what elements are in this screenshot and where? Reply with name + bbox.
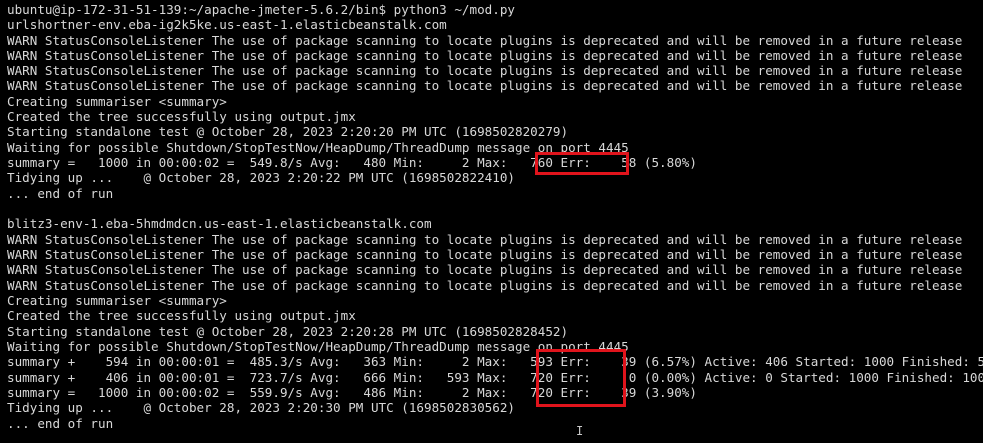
terminal-line: Starting standalone test @ October 28, 2…: [7, 324, 569, 339]
terminal-line: Created the tree successfully using outp…: [7, 308, 356, 323]
terminal-line-warn: WARN StatusConsoleListener The use of pa…: [7, 278, 963, 293]
terminal-line-prompt: ubuntu@ip-172-31-51-139:~/apache-jmeter-…: [7, 2, 515, 17]
terminal-line-summary: summary + 594 in 00:00:01 = 485.3/s Avg:…: [7, 354, 983, 369]
terminal-line: Creating summariser <summary>: [7, 293, 227, 308]
text-cursor-icon: I: [576, 424, 584, 438]
terminal-line-warn: WARN StatusConsoleListener The use of pa…: [7, 63, 963, 78]
terminal-line-summary: summary + 406 in 00:00:01 = 723.7/s Avg:…: [7, 370, 983, 385]
terminal-line-warn: WARN StatusConsoleListener The use of pa…: [7, 33, 963, 48]
terminal-line-warn: WARN StatusConsoleListener The use of pa…: [7, 262, 963, 277]
err-highlight-box-1: [535, 152, 629, 175]
terminal-line: Tidying up ... @ October 28, 2023 2:20:2…: [7, 170, 515, 185]
terminal-line-host-1: urlshortner-env.eba-ig2k5ke.us-east-1.el…: [7, 17, 447, 32]
terminal-line: Created the tree successfully using outp…: [7, 109, 356, 124]
terminal-line: ... end of run: [7, 416, 114, 431]
terminal-line: ... end of run: [7, 186, 114, 201]
terminal-line: Creating summariser <summary>: [7, 94, 227, 109]
terminal-line: Tidying up ... @ October 28, 2023 2:20:3…: [7, 400, 515, 415]
terminal-window[interactable]: ubuntu@ip-172-31-51-139:~/apache-jmeter-…: [0, 0, 983, 443]
terminal-line-host-2: blitz3-env-1.eba-5hmdmdcn.us-east-1.elas…: [7, 216, 432, 231]
terminal-line: Starting standalone test @ October 28, 2…: [7, 124, 569, 139]
terminal-line-warn: WARN StatusConsoleListener The use of pa…: [7, 232, 963, 247]
terminal-line-warn: WARN StatusConsoleListener The use of pa…: [7, 247, 963, 262]
terminal-line-warn: WARN StatusConsoleListener The use of pa…: [7, 48, 963, 63]
terminal-line-warn: WARN StatusConsoleListener The use of pa…: [7, 78, 963, 93]
err-highlight-box-2: [536, 349, 626, 407]
